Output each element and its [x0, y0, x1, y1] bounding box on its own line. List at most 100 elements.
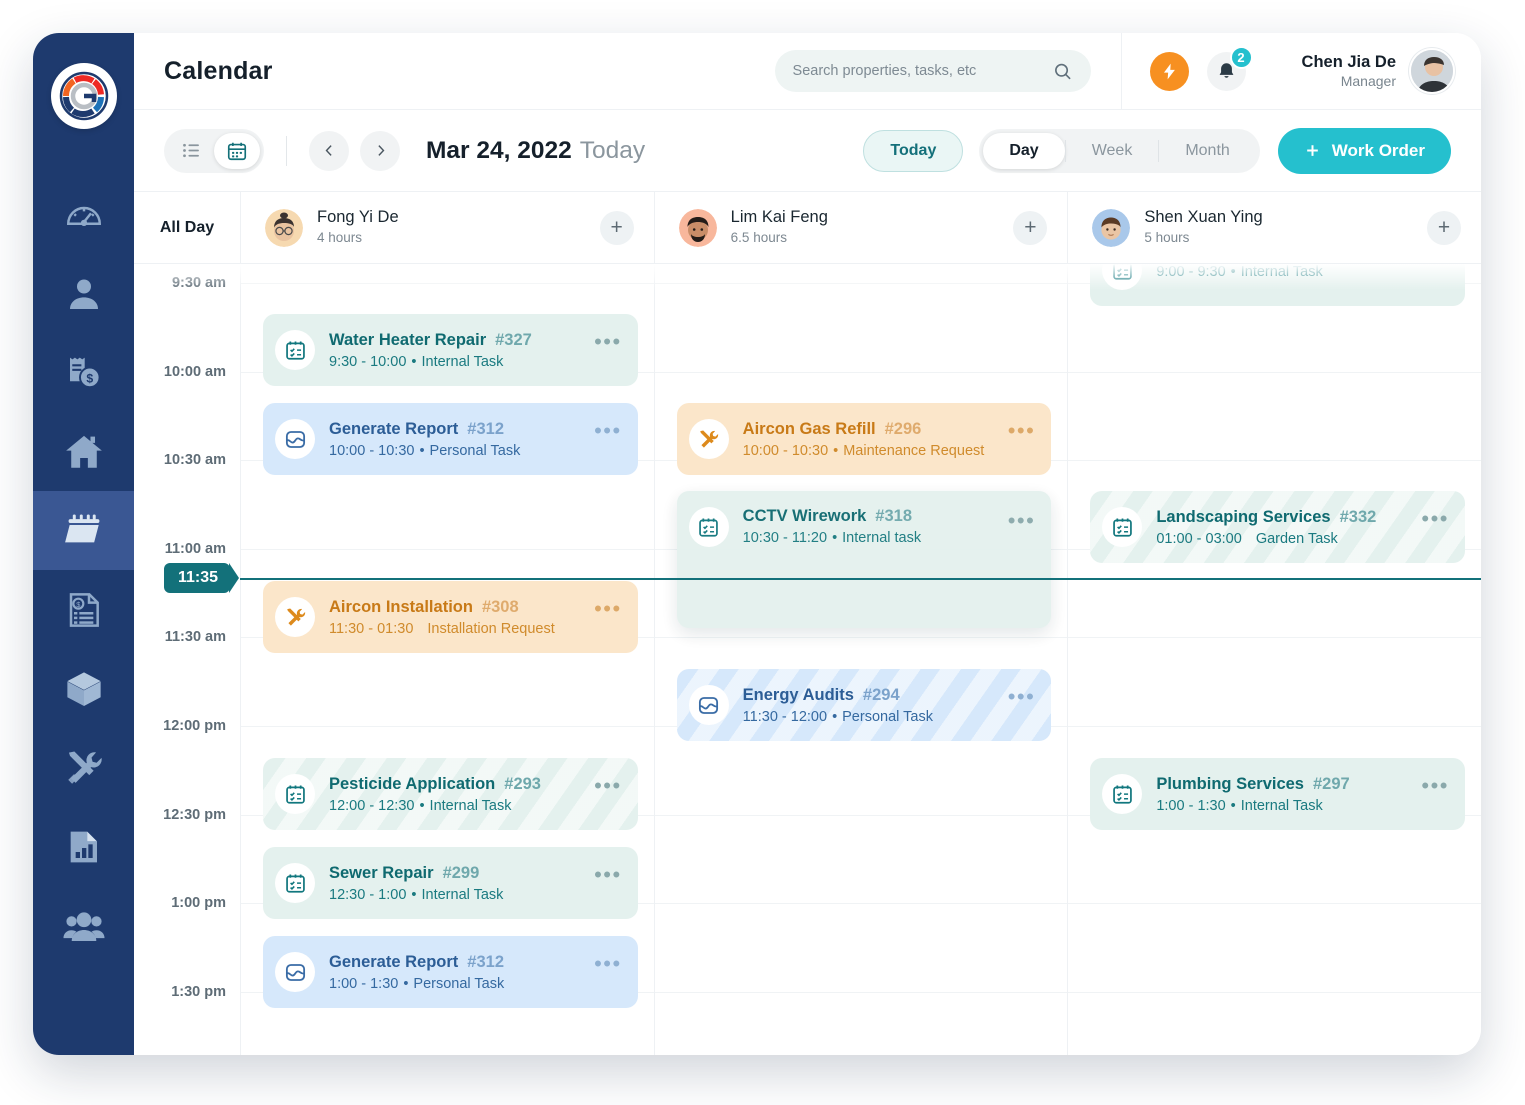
next-day-button[interactable]: [360, 131, 400, 171]
add-work-order-button[interactable]: Work Order: [1278, 128, 1451, 174]
sidebar-item-team[interactable]: [33, 886, 134, 965]
event-subtitle: 10:30 - 11:20•Internal task: [743, 530, 998, 546]
event-category: Personal Task: [413, 976, 504, 992]
search-icon[interactable]: [1053, 61, 1073, 82]
calendar-icon: [63, 510, 105, 552]
time-label: 12:30 pm: [163, 807, 226, 823]
event-time: 10:30 - 11:20: [743, 530, 827, 546]
event-menu-button[interactable]: •••: [584, 774, 624, 803]
list-view-button[interactable]: [168, 133, 214, 169]
calendar-event[interactable]: Aircon Gas Refill #296 10:00 - 10:30•Mai…: [677, 403, 1052, 475]
event-menu-button[interactable]: •••: [584, 419, 624, 448]
event-category: Installation Request: [427, 621, 554, 637]
event-subtitle: 1:00 - 1:30•Internal Task: [1156, 798, 1411, 814]
sidebar-item-billing[interactable]: $: [33, 333, 134, 412]
event-type-icon: [275, 774, 315, 814]
sidebar-item-reports[interactable]: [33, 807, 134, 886]
event-time: 11:30 - 01:30: [329, 621, 413, 637]
event-id: #312: [467, 420, 504, 439]
calendar-event[interactable]: Sewer Repair #299 12:30 - 1:00•Internal …: [263, 847, 638, 919]
svg-text:$: $: [76, 599, 80, 608]
event-body: Aircon Installation #308 11:30 - 01:30In…: [329, 598, 584, 637]
calendar-event[interactable]: CCTV Wirework #318 10:30 - 11:20•Interna…: [677, 491, 1052, 628]
calendar-event[interactable]: Generate Report #312 10:00 - 10:30•Perso…: [263, 403, 638, 475]
event-time: 01:00 - 03:00: [1156, 531, 1241, 547]
page-title: Calendar: [164, 57, 273, 86]
tools-icon: [284, 606, 307, 629]
user-menu[interactable]: Chen Jia De Manager: [1302, 48, 1455, 94]
avatar[interactable]: [679, 209, 717, 247]
document-dollar-icon: $: [64, 590, 104, 630]
event-menu-button[interactable]: •••: [998, 685, 1038, 714]
event-menu-button[interactable]: •••: [1411, 264, 1451, 279]
event-time: 10:00 - 10:30: [329, 443, 414, 459]
event-menu-button[interactable]: •••: [1411, 774, 1451, 803]
today-button[interactable]: Today: [863, 130, 963, 172]
sidebar-item-documents[interactable]: $: [33, 570, 134, 649]
calendar-event[interactable]: Aircon Installation #308 11:30 - 01:30In…: [263, 581, 638, 653]
event-id: #299: [443, 864, 480, 883]
event-menu-button[interactable]: •••: [998, 419, 1038, 448]
calendar-event[interactable]: Landscaping Services #332 01:00 - 03:00G…: [1090, 491, 1465, 563]
event-body: Generate Report #312 10:00 - 10:30•Perso…: [329, 420, 584, 459]
sidebar-item-calendar[interactable]: [33, 491, 134, 570]
sidebar-item-dashboard[interactable]: [33, 175, 134, 254]
brand-logo[interactable]: [51, 63, 117, 129]
prev-day-button[interactable]: [309, 131, 349, 171]
svg-text:$: $: [86, 371, 93, 385]
avatar-image: [679, 209, 717, 247]
event-body: Aircon Gas Refill #296 10:00 - 10:30•Mai…: [743, 420, 998, 459]
event-title-row: Sewer Repair #299: [329, 864, 584, 883]
search-bar[interactable]: [775, 50, 1091, 92]
event-type-icon: [275, 419, 315, 459]
notifications-button[interactable]: 2: [1207, 52, 1246, 91]
avatar[interactable]: [265, 209, 303, 247]
event-time: 9:00 - 9:30: [1156, 264, 1225, 280]
day-column[interactable]: Aircon Gas Refill #296 10:00 - 10:30•Mai…: [654, 264, 1068, 1055]
event-menu-button[interactable]: •••: [1411, 507, 1451, 536]
event-id: #318: [875, 507, 912, 526]
event-id: #327: [495, 331, 532, 350]
event-menu-button[interactable]: •••: [584, 863, 624, 892]
calendar-event[interactable]: Energy Audits #294 11:30 - 12:00•Persona…: [677, 669, 1052, 741]
main-area: Calendar 2: [134, 33, 1481, 1055]
quick-action-button[interactable]: [1150, 52, 1189, 91]
avatar[interactable]: [1409, 48, 1455, 94]
checklist-icon: [284, 872, 307, 895]
day-column[interactable]: 9:00 - 9:30•Internal Task ••• Landscapin…: [1067, 264, 1481, 1055]
avatar-image: [265, 209, 303, 247]
add-event-button[interactable]: +: [1427, 211, 1461, 245]
search-input[interactable]: [793, 63, 1053, 79]
calendar-view-button[interactable]: [214, 133, 260, 169]
event-menu-button[interactable]: •••: [584, 597, 624, 626]
sidebar-item-inventory[interactable]: [33, 649, 134, 728]
event-menu-button[interactable]: •••: [998, 509, 1038, 538]
calendar-event[interactable]: Plumbing Services #297 1:00 - 1:30•Inter…: [1090, 758, 1465, 830]
layout-toggle: [164, 129, 264, 173]
app-window: $: [33, 33, 1481, 1055]
grid-line: [655, 283, 1068, 284]
event-menu-button[interactable]: •••: [584, 952, 624, 981]
tab-month[interactable]: Month: [1159, 133, 1255, 169]
tab-day[interactable]: Day: [983, 133, 1064, 169]
calendar-event[interactable]: 9:00 - 9:30•Internal Task •••: [1090, 264, 1465, 306]
people-icon: [62, 904, 106, 948]
day-column[interactable]: Water Heater Repair #327 9:30 - 10:00•In…: [240, 264, 654, 1055]
sidebar-item-properties[interactable]: [33, 412, 134, 491]
calendar-event[interactable]: Water Heater Repair #327 9:30 - 10:00•In…: [263, 314, 638, 386]
event-time: 1:00 - 1:30: [329, 976, 398, 992]
sidebar-item-contacts[interactable]: [33, 254, 134, 333]
grid-line: [1068, 903, 1481, 904]
sidebar-item-maintenance[interactable]: [33, 728, 134, 807]
calendar-event[interactable]: Pesticide Application #293 12:00 - 12:30…: [263, 758, 638, 830]
calendar-event[interactable]: Generate Report #312 1:00 - 1:30•Persona…: [263, 936, 638, 1008]
event-time: 12:00 - 12:30: [329, 798, 414, 814]
tab-week[interactable]: Week: [1066, 133, 1159, 169]
event-time: 11:30 - 12:00: [743, 709, 827, 725]
add-event-button[interactable]: +: [1013, 211, 1047, 245]
event-menu-button[interactable]: •••: [584, 330, 624, 359]
add-event-button[interactable]: +: [600, 211, 634, 245]
event-title: Water Heater Repair: [329, 331, 486, 350]
inbox-icon: [284, 961, 307, 984]
avatar[interactable]: [1092, 209, 1130, 247]
